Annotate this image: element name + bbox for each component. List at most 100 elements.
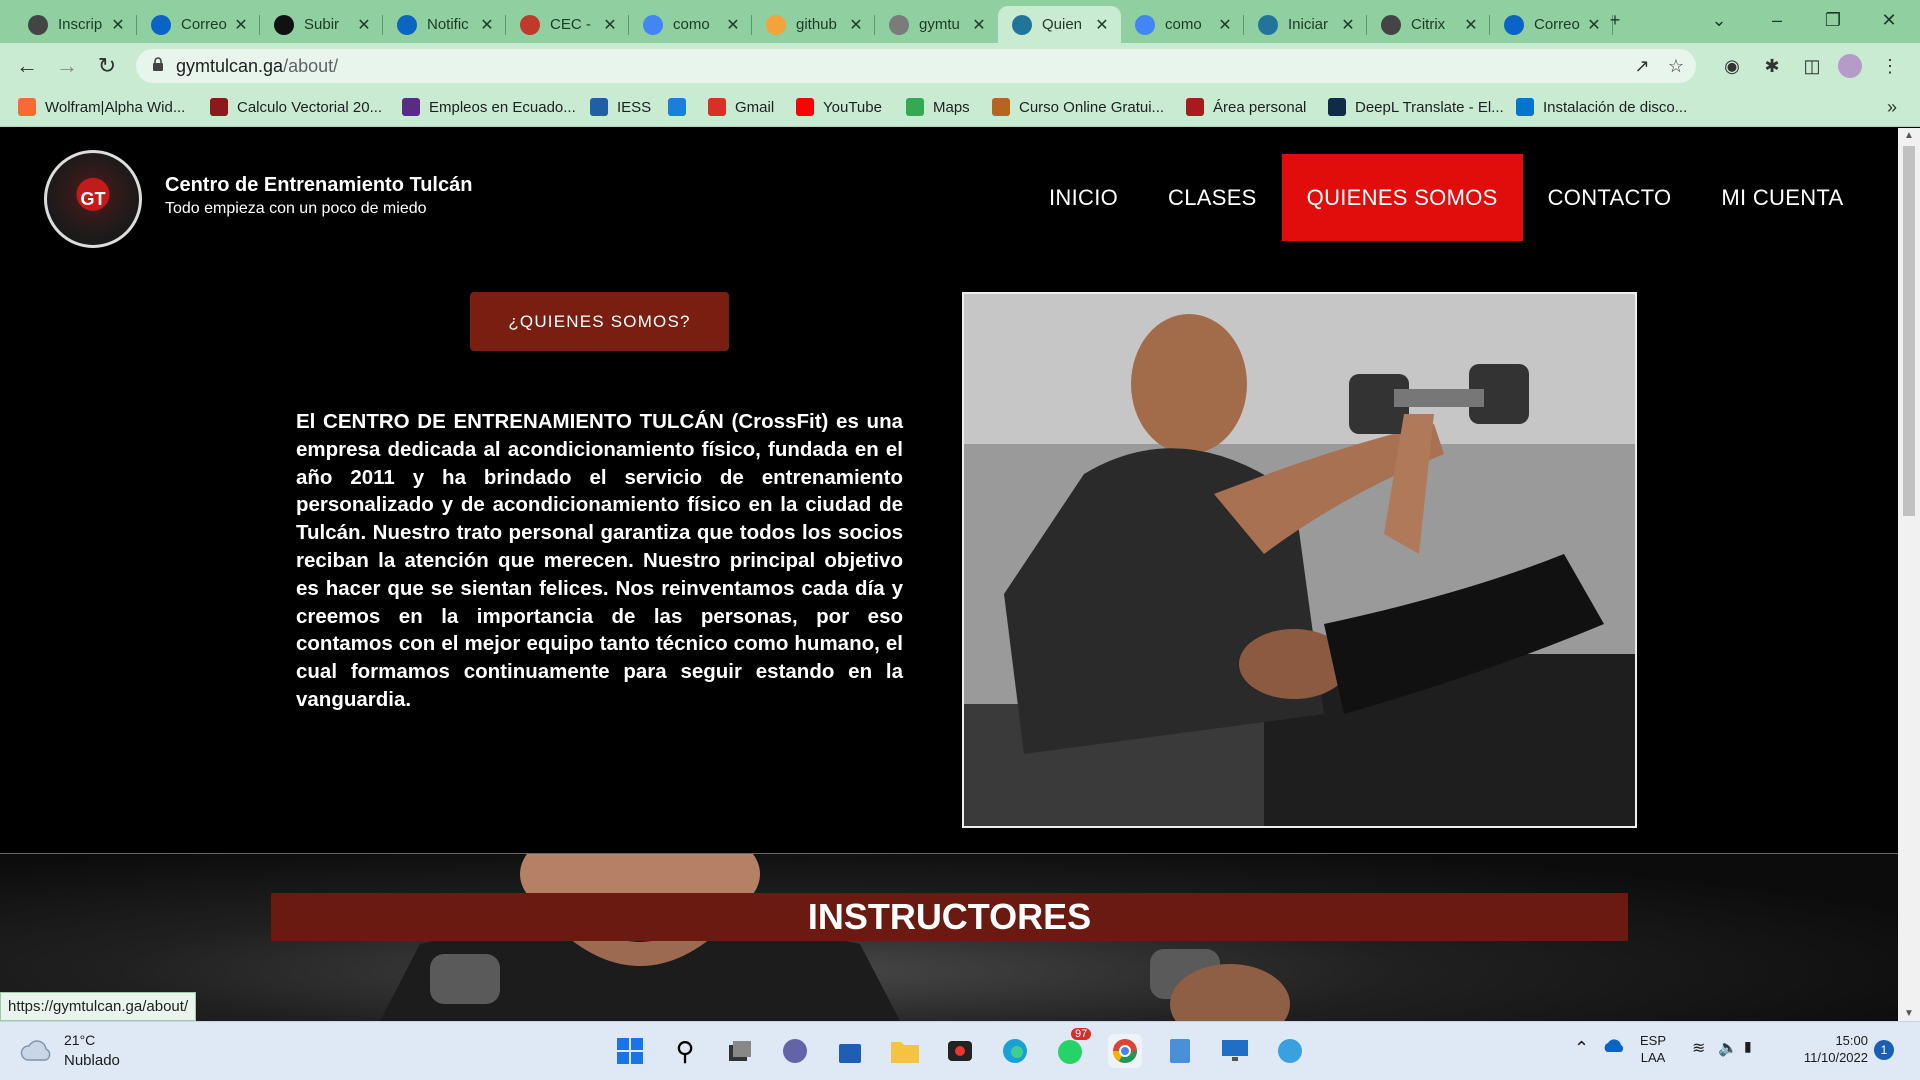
- remote-desktop-icon[interactable]: [1218, 1034, 1252, 1068]
- tab-close-icon[interactable]: ✕: [601, 15, 619, 35]
- bookmark-item[interactable]: Empleos en Ecuado...: [402, 98, 576, 116]
- bookmark-item[interactable]: DeepL Translate - El...: [1328, 98, 1504, 116]
- minimize-icon[interactable]: –: [1754, 4, 1800, 36]
- nav-inicio[interactable]: INICIO: [1024, 154, 1143, 241]
- bookmark-label: Área personal: [1213, 98, 1307, 116]
- store-icon[interactable]: [833, 1034, 867, 1068]
- recorder-icon[interactable]: [943, 1034, 977, 1068]
- nav-contacto[interactable]: CONTACTO: [1523, 154, 1697, 241]
- back-icon[interactable]: ←: [12, 51, 42, 81]
- notepad-icon[interactable]: [1163, 1034, 1197, 1068]
- page-scrollbar[interactable]: ▲ ▼: [1898, 128, 1920, 1021]
- iess-icon: [590, 98, 608, 116]
- browser-toolbar: ← → ↻ gymtulcan.ga/about/ ↗ ☆ ◉ ✱ ◫ ⋮: [0, 43, 1920, 89]
- scroll-down-icon[interactable]: ▼: [1898, 1008, 1920, 1019]
- tab-close-icon[interactable]: ✕: [1339, 15, 1357, 35]
- bookmark-item[interactable]: YouTube: [796, 98, 882, 116]
- browser-tab[interactable]: Inscrip ✕: [14, 6, 137, 43]
- restore-icon[interactable]: ❐: [1810, 4, 1856, 36]
- more-bookmarks-icon[interactable]: »: [1880, 95, 1904, 119]
- bookmark-item[interactable]: Gmail: [708, 98, 774, 116]
- tab-close-icon[interactable]: ✕: [1093, 15, 1111, 35]
- nav-clases[interactable]: CLASES: [1143, 154, 1282, 241]
- browser-tab[interactable]: Correo ✕: [137, 6, 260, 43]
- puzzle-icon[interactable]: ✱: [1760, 54, 1784, 78]
- bookmark-star-icon[interactable]: ☆: [1664, 54, 1688, 78]
- browser-tab[interactable]: Subir ✕: [260, 6, 383, 43]
- taskview-icon[interactable]: [723, 1034, 757, 1068]
- sidepanel-icon[interactable]: ◫: [1800, 54, 1824, 78]
- cloud-icon[interactable]: [20, 1038, 54, 1064]
- edge-icon[interactable]: [998, 1034, 1032, 1068]
- browser-tab[interactable]: gymtu ✕: [875, 6, 998, 43]
- bookmark-label: Curso Online Gratui...: [1019, 98, 1165, 116]
- browser-tab[interactable]: Notific ✕: [383, 6, 506, 43]
- tab-close-icon[interactable]: ✕: [970, 15, 988, 35]
- nav-mi-cuenta[interactable]: MI CUENTA: [1696, 154, 1868, 241]
- browser-tab[interactable]: github ✕: [752, 6, 875, 43]
- stackoverflow-icon: [766, 14, 786, 35]
- bookmark-item[interactable]: IESS: [590, 98, 651, 116]
- tab-close-icon[interactable]: ✕: [1216, 15, 1234, 35]
- new-tab-button[interactable]: +: [1592, 4, 1638, 36]
- onedrive-icon[interactable]: [1602, 1038, 1626, 1057]
- browser-tab[interactable]: como ✕: [629, 6, 752, 43]
- about-paragraph: El CENTRO DE ENTRENAMIENTO TULCÁN (Cross…: [296, 410, 903, 711]
- tab-close-icon[interactable]: ✕: [1462, 15, 1480, 35]
- clock[interactable]: 15:00 11/10/2022: [1792, 1032, 1868, 1066]
- file-explorer-icon[interactable]: [888, 1034, 922, 1068]
- tab-close-icon[interactable]: ✕: [478, 15, 496, 35]
- tab-label: Subir: [304, 16, 340, 33]
- tab-close-icon[interactable]: ✕: [109, 15, 127, 35]
- chrome-icon[interactable]: [1108, 1034, 1142, 1068]
- bookmark-item[interactable]: Maps: [906, 98, 970, 116]
- volume-icon[interactable]: 🔈: [1718, 1038, 1738, 1058]
- weather-temperature: 21°C: [64, 1032, 96, 1048]
- bookmark-item[interactable]: Instalación de disco...: [1516, 98, 1687, 116]
- browser-tab[interactable]: Citrix ✕: [1367, 6, 1490, 43]
- browser-tab[interactable]: como ✕: [1121, 6, 1244, 43]
- bookmark-item[interactable]: Curso Online Gratui...: [992, 98, 1164, 116]
- menu-icon[interactable]: ⋮: [1878, 54, 1902, 78]
- scrollbar-thumb[interactable]: [1903, 146, 1915, 516]
- start-icon[interactable]: [613, 1034, 647, 1068]
- bookmark-item[interactable]: [668, 98, 695, 116]
- tab-search-icon[interactable]: ⌄: [1696, 4, 1742, 36]
- extension-icon[interactable]: ◉: [1720, 54, 1744, 78]
- bookmark-item[interactable]: Área personal: [1186, 98, 1306, 116]
- search-icon[interactable]: ⚲: [668, 1034, 702, 1068]
- scroll-up-icon[interactable]: ▲: [1898, 130, 1920, 141]
- share-icon[interactable]: ↗: [1630, 54, 1654, 78]
- browser-tab[interactable]: CEC - ✕: [506, 6, 629, 43]
- about-button[interactable]: ¿QUIENES SOMOS?: [470, 292, 729, 351]
- tab-close-icon[interactable]: ✕: [847, 15, 865, 35]
- bookmark-item[interactable]: Calculo Vectorial 20...: [210, 98, 382, 116]
- reload-icon[interactable]: ↻: [92, 51, 122, 81]
- outlook-icon: [151, 14, 171, 35]
- trainer-photo: [962, 292, 1637, 828]
- forward-icon[interactable]: →: [52, 51, 82, 81]
- address-bar[interactable]: gymtulcan.ga/about/ ↗ ☆: [136, 49, 1696, 83]
- photos-icon[interactable]: [1273, 1034, 1307, 1068]
- browser-tab[interactable]: Quien ✕: [998, 6, 1121, 43]
- whatsapp-badge: 97: [1071, 1028, 1092, 1040]
- clock-date: 11/10/2022: [1803, 1050, 1868, 1065]
- wifi-icon[interactable]: ≋: [1692, 1038, 1705, 1058]
- nav-quienes-somos[interactable]: QUIENES SOMOS: [1281, 154, 1523, 241]
- tab-close-icon[interactable]: ✕: [232, 15, 250, 35]
- whatsapp-icon[interactable]: 97: [1053, 1028, 1092, 1068]
- browser-tab[interactable]: Iniciar ✕: [1244, 6, 1367, 43]
- tab-close-icon[interactable]: ✕: [355, 15, 373, 35]
- bookmark-item[interactable]: Wolfram|Alpha Wid...: [18, 98, 185, 116]
- bookmark-label: Maps: [933, 98, 970, 116]
- site-title[interactable]: Centro de Entrenamiento Tulcán: [165, 174, 472, 197]
- close-window-icon[interactable]: ✕: [1866, 4, 1912, 36]
- notification-badge[interactable]: 1: [1874, 1040, 1894, 1060]
- site-logo[interactable]: GT: [44, 150, 142, 248]
- battery-icon[interactable]: ▮: [1744, 1038, 1752, 1055]
- teams-chat-icon[interactable]: [778, 1034, 812, 1068]
- language-indicator[interactable]: ESP LAA: [1640, 1032, 1666, 1066]
- avatar[interactable]: [1838, 54, 1862, 78]
- tab-close-icon[interactable]: ✕: [724, 15, 742, 35]
- tray-chevron-icon[interactable]: ⌃: [1574, 1038, 1589, 1059]
